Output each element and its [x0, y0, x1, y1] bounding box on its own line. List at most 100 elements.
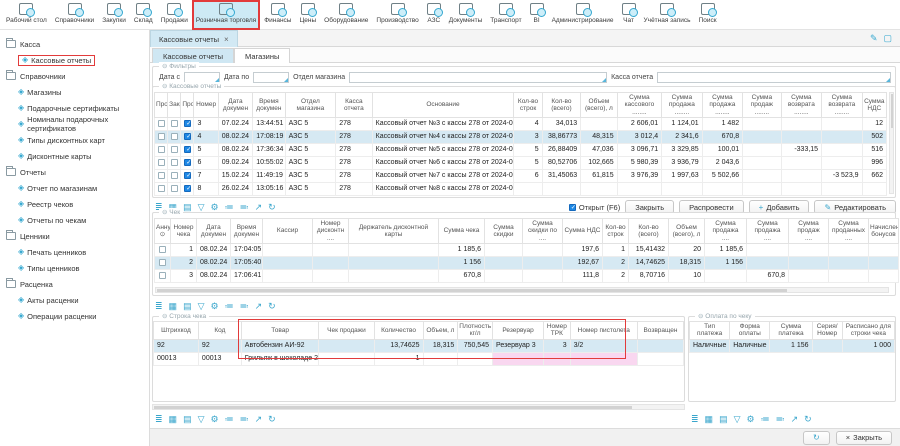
- column-header[interactable]: Сумма продажа ........: [662, 93, 702, 118]
- column-header[interactable]: Серия/ Номер: [812, 322, 842, 340]
- column-header[interactable]: Товар: [241, 322, 319, 340]
- line-horizontal-scrollbar[interactable]: [152, 404, 685, 410]
- row-checkbox[interactable]: [171, 185, 178, 192]
- column-header[interactable]: Объем, л: [423, 322, 458, 340]
- open-checkbox[interactable]: Открыт (F6): [569, 203, 620, 212]
- column-header[interactable]: Кол-во (всего): [542, 93, 580, 118]
- table-row[interactable]: 826.02.2413:05:16АЗС 5278Кассовый отчет …: [155, 182, 887, 195]
- calendar-icon[interactable]: ▤: [718, 413, 729, 425]
- column-header[interactable]: Штрихкод: [154, 322, 199, 340]
- close-window-button[interactable]: × Закрыть: [836, 431, 892, 445]
- row-checkbox[interactable]: [171, 120, 178, 127]
- toolbar-item-finance[interactable]: Финансы: [260, 0, 295, 30]
- sidebar-item-print-price-tags[interactable]: ◈Печать ценников: [6, 244, 149, 260]
- export-icon[interactable]: ↗: [254, 413, 264, 425]
- open-checkbox-box[interactable]: [569, 204, 576, 211]
- toolbar-item-desktop[interactable]: Рабочий стол: [2, 0, 51, 30]
- sidebar-item-shop-report[interactable]: ◈Отчет по магазинам: [6, 180, 149, 196]
- row-checkbox[interactable]: [159, 246, 166, 253]
- toolbar-item-account[interactable]: Учётная запись: [640, 0, 695, 30]
- grid-icon[interactable]: ▦: [704, 413, 715, 425]
- filter-icon[interactable]: ▽: [197, 300, 206, 312]
- calendar-icon[interactable]: ▤: [182, 413, 193, 425]
- column-header[interactable]: Чек продажи: [319, 322, 374, 340]
- cashbox-input[interactable]: [657, 72, 891, 83]
- grid-icon[interactable]: ▦: [168, 300, 179, 312]
- column-header[interactable]: Касса отчета: [336, 93, 372, 118]
- column-header[interactable]: Прос: [155, 93, 168, 118]
- row-checkbox[interactable]: [158, 146, 165, 153]
- check-horizontal-scrollbar[interactable]: [155, 287, 889, 293]
- toolbar-item-transport[interactable]: Транспорт: [486, 0, 525, 30]
- column-header[interactable]: Сумма скидки: [485, 219, 523, 244]
- gear-icon[interactable]: ⚙: [210, 413, 220, 425]
- toolbar-item-sales[interactable]: Продажи: [157, 0, 192, 30]
- sidebar-item-price-tag-types[interactable]: ◈Типы ценников: [6, 260, 149, 276]
- numbered-list-icon[interactable]: ≔: [760, 413, 771, 425]
- row-checkbox[interactable]: [158, 133, 165, 140]
- row-checkbox[interactable]: [184, 133, 191, 140]
- row-checkbox[interactable]: [171, 146, 178, 153]
- table-row[interactable]: 9292Автобензин АИ-9213,7462518,315750,54…: [154, 339, 684, 352]
- expand-icon[interactable]: ▢: [883, 33, 892, 44]
- row-checkbox[interactable]: [184, 185, 191, 192]
- sidebar-item-shops[interactable]: ◈Магазины: [6, 84, 149, 100]
- row-checkbox[interactable]: [158, 120, 165, 127]
- row-checkbox[interactable]: [184, 172, 191, 179]
- toolbar-item-equipment[interactable]: Оборудование: [320, 0, 372, 30]
- date-to-input[interactable]: [253, 72, 289, 83]
- table-row[interactable]: 308.02.2417:06:41670,8111,828,7071610670…: [155, 269, 899, 282]
- export-icon[interactable]: ↗: [254, 300, 264, 312]
- column-header[interactable]: Сумма проданных ....: [829, 219, 869, 244]
- sidebar-item-pricing-acts[interactable]: ◈Акты расценки: [6, 292, 149, 308]
- grid-icon[interactable]: ▦: [168, 413, 179, 425]
- column-header[interactable]: Сумма продаж ........: [743, 93, 781, 118]
- column-header[interactable]: Сумма возврата ........: [822, 93, 862, 118]
- row-checkbox[interactable]: [159, 259, 166, 266]
- sidebar-item-discount-card-types[interactable]: ◈Типы дисконтных карт: [6, 132, 149, 148]
- table-row[interactable]: 307.02.2413:44:51АЗС 5278Кассовый отчет …: [155, 117, 887, 130]
- sidebar-item-check-register[interactable]: ◈Реестр чеков: [6, 196, 149, 212]
- column-header[interactable]: Сумма продажа ....: [747, 219, 789, 244]
- column-header[interactable]: Прос: [181, 93, 194, 118]
- row-checkbox[interactable]: [184, 146, 191, 153]
- row-checkbox[interactable]: [171, 172, 178, 179]
- refresh-button[interactable]: ↻: [803, 431, 830, 445]
- toolbar-item-azs[interactable]: АЗС: [423, 0, 445, 30]
- table-row[interactable]: 108.02.2417:04:051 185,6197,6115,4143220…: [155, 243, 899, 256]
- table-row[interactable]: НаличныеНаличные1 1561 000: [690, 339, 895, 352]
- column-header[interactable]: Сумма скидки по ....: [523, 219, 563, 244]
- list-icon[interactable]: ≣: [154, 413, 164, 425]
- tab-close-icon[interactable]: ×: [224, 35, 229, 44]
- column-header[interactable]: Кол-во строк: [514, 93, 542, 118]
- column-header[interactable]: Кассир: [263, 219, 313, 244]
- export-icon[interactable]: ↗: [790, 413, 800, 425]
- sidebar-item-check-reports[interactable]: ◈Отчеты по чекам: [6, 212, 149, 228]
- column-header[interactable]: Анну ⊙: [155, 219, 171, 244]
- column-header[interactable]: Количество: [374, 322, 423, 340]
- column-header[interactable]: Закр: [168, 93, 181, 118]
- refresh-icon[interactable]: ↻: [267, 413, 277, 425]
- row-checkbox[interactable]: [159, 272, 166, 279]
- column-header[interactable]: Возвращен: [637, 322, 683, 340]
- column-header[interactable]: Форма оплаты: [730, 322, 770, 340]
- sidebar-group-reports[interactable]: Отчеты: [6, 164, 149, 180]
- dept-input[interactable]: [349, 72, 607, 83]
- refresh-icon[interactable]: ↻: [803, 413, 813, 425]
- numbered-list-icon[interactable]: ≔: [224, 413, 235, 425]
- sidebar-group-pricing[interactable]: Расценка: [6, 276, 149, 292]
- numbered-list-icon[interactable]: ≔: [224, 300, 235, 312]
- column-header[interactable]: Расписано для строки чека: [842, 322, 894, 340]
- column-header[interactable]: Сумма НДС: [563, 219, 603, 244]
- filter-icon[interactable]: ▽: [733, 413, 742, 425]
- toolbar-item-catalogs[interactable]: Справочники: [51, 0, 98, 30]
- calendar-icon[interactable]: ▤: [182, 300, 193, 312]
- refresh-icon[interactable]: ↻: [267, 300, 277, 312]
- column-header[interactable]: Объем (всего), л: [669, 219, 705, 244]
- column-header[interactable]: Код: [198, 322, 241, 340]
- column-header[interactable]: Дата докумен: [197, 219, 231, 244]
- add-row-icon[interactable]: ≕: [775, 413, 786, 425]
- sidebar-group-catalogs[interactable]: Справочники: [6, 68, 149, 84]
- column-header[interactable]: Начислено бонусов: [869, 219, 899, 244]
- toolbar-item-prices[interactable]: Цены: [295, 0, 320, 30]
